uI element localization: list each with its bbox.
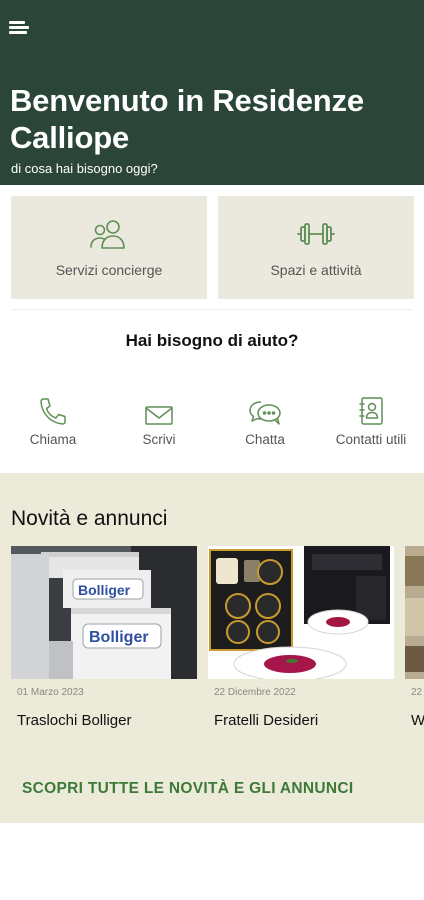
help-title: Hai bisogno di aiuto? [125,331,299,350]
news-date: 22 Dicembre 2022 [214,687,296,698]
chat-button[interactable]: Chatta [220,392,310,447]
dumbbell-icon [297,223,335,245]
useful-contacts-label: Contatti utili [335,432,407,447]
news-image-partial [405,546,424,679]
welcome-title: Benvenuto in Residenze Calliope [10,83,364,155]
hamburger-menu-icon[interactable] [9,21,29,37]
news-date: 01 Marzo 2023 [17,687,84,698]
chat-label: Chatta [245,432,285,447]
news-headline: Fratelli Desideri [214,712,319,729]
envelope-icon [145,406,173,425]
people-icon [90,220,125,249]
news-headline: Traslochi Bolliger [17,712,132,729]
news-image-trucks: Bolliger Bolliger [11,546,197,679]
concierge-services-card[interactable]: Servizi concierge [11,196,207,299]
news-title: Novità e annunci [11,507,168,530]
header: Benvenuto in Residenze Calliope di cosa … [0,0,424,185]
spaces-activities-card[interactable]: Spazi e attività [218,196,414,299]
news-headline: W [411,712,424,729]
news-card-partial[interactable]: 22 W [405,546,424,746]
write-button[interactable]: Scrivi [114,392,204,447]
truck-logo-text: Bolliger [78,582,131,598]
divider [11,309,413,310]
news-date: 22 [411,687,423,698]
useful-contacts-button[interactable]: Contatti utili [326,392,416,447]
news-section: Novità e annunci Bolliger Bolliger 01 Ma… [0,473,424,823]
address-book-icon [359,397,383,425]
all-news-link[interactable]: SCOPRI TUTTE LE NOVITÀ E GLI ANNUNCI [22,780,353,798]
write-label: Scrivi [142,432,176,447]
chat-icon [249,401,281,425]
news-image-products [208,546,394,679]
welcome-subtitle: di cosa hai bisogno oggi? [11,161,158,176]
phone-icon [40,398,66,425]
spaces-activities-label: Spazi e attività [270,262,362,278]
call-button[interactable]: Chiama [8,392,98,447]
concierge-services-label: Servizi concierge [55,262,163,278]
truck-logo-text-front: Bolliger [89,629,149,646]
call-label: Chiama [29,432,77,447]
